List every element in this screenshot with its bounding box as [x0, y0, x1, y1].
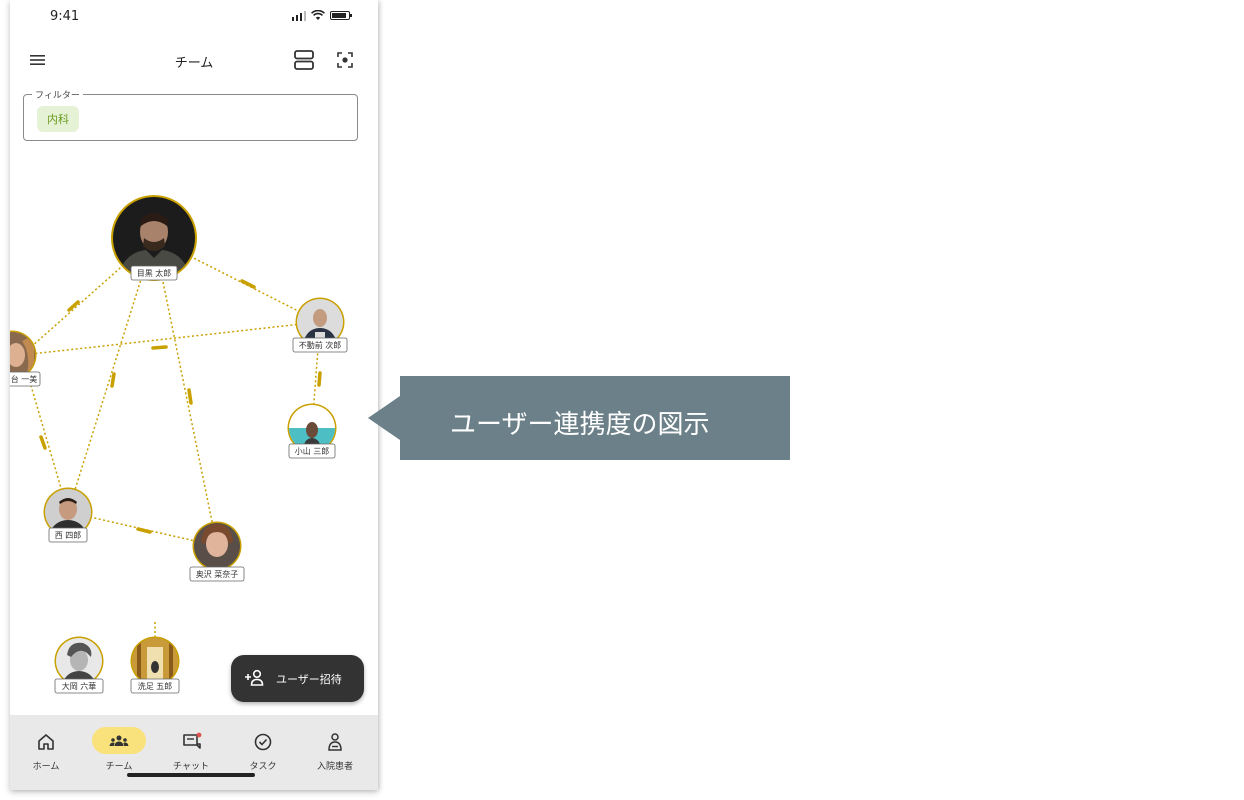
callout-text: ユーザー連携度の図示 [450, 410, 710, 440]
nav-label-team: チーム [105, 762, 133, 772]
graph-node[interactable]: 台 一美 [10, 330, 41, 387]
node-label: 不動前 次郎 [299, 340, 342, 350]
phone-screen: 9:41 チーム フィルター 内科 目黒 太郎 不動前 次郎 小山 三郎 西 四… [10, 0, 378, 790]
graph-node[interactable]: 不動前 次郎 [292, 297, 348, 353]
nav-label-home: ホーム [32, 762, 60, 772]
graph-node[interactable]: 目黒 太郎 [111, 195, 197, 281]
graph-node[interactable]: 奥沢 菜奈子 [189, 521, 245, 582]
invite-user-button[interactable]: ユーザー招待 [231, 655, 364, 702]
chat-icon [183, 732, 202, 749]
node-label: 大岡 六華 [62, 681, 97, 691]
node-label: 小山 三郎 [295, 446, 330, 456]
graph-node[interactable]: 西 四郎 [43, 487, 93, 543]
home-icon [38, 734, 54, 750]
inpatient-icon [328, 733, 342, 751]
callout-arrow [368, 396, 400, 440]
invite-user-label: ユーザー招待 [276, 673, 342, 686]
annotation-callout: ユーザー連携度の図示 [368, 376, 790, 460]
person-add-icon [245, 669, 264, 686]
nav-label-inpatient: 入院患者 [316, 762, 353, 772]
graph-node[interactable]: 洗足 五郎 [130, 636, 180, 694]
node-label: 台 一美 [11, 374, 38, 384]
node-label: 奥沢 菜奈子 [196, 569, 239, 579]
groups-icon [109, 735, 129, 746]
node-label: 目黒 太郎 [137, 268, 172, 278]
node-label: 洗足 五郎 [138, 681, 173, 691]
graph-node[interactable]: 小山 三郎 [287, 403, 337, 459]
node-label: 西 四郎 [55, 530, 82, 540]
callout-box: ユーザー連携度の図示 [400, 376, 790, 460]
nav-label-chat: チャット [173, 762, 209, 772]
home-indicator [127, 773, 255, 777]
task-check-icon [254, 733, 272, 751]
graph-links [21, 237, 321, 660]
nav-label-task: タスク [249, 762, 277, 772]
bottom-nav: ホーム チーム チャット タスク 入院患者 [10, 715, 378, 790]
nav-item-inpatient[interactable]: 入院患者 [299, 715, 371, 785]
nav-item-home[interactable]: ホーム [10, 715, 82, 785]
graph-node[interactable]: 大岡 六華 [54, 636, 104, 694]
graph-link [153, 237, 218, 547]
team-graph: 目黒 太郎 不動前 次郎 小山 三郎 西 四郎 奥沢 菜奈子 台 一美 大岡 六… [10, 195, 348, 694]
graph-link [21, 321, 321, 356]
